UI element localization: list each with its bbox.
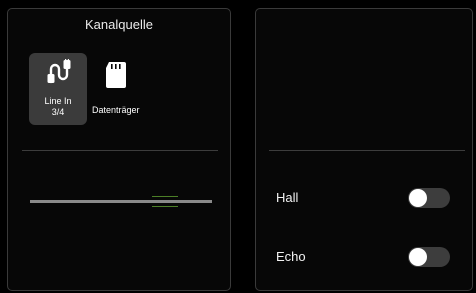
cable-connector-icon — [29, 58, 87, 85]
source-storage-label: Datenträger — [92, 105, 140, 115]
hall-toggle[interactable] — [408, 188, 450, 208]
channel-source-panel: Kanalquelle Line In 3/4 Datenträger — [7, 8, 231, 291]
hall-row: Hall — [276, 187, 452, 209]
hall-label: Hall — [276, 190, 299, 205]
echo-row: Echo — [276, 246, 452, 268]
source-line-in-button[interactable]: Line In 3/4 — [29, 53, 87, 125]
effects-panel: Hall Echo — [255, 8, 473, 291]
sd-card-icon — [92, 59, 152, 88]
panel-title: Kanalquelle — [85, 17, 153, 32]
echo-toggle[interactable] — [408, 247, 450, 267]
divider — [269, 150, 465, 151]
source-line-in-label: Line In 3/4 — [44, 96, 72, 117]
divider — [22, 150, 218, 151]
level-meter[interactable] — [30, 193, 212, 209]
echo-label: Echo — [276, 249, 306, 264]
toggle-knob — [409, 248, 427, 266]
source-storage-button[interactable]: Datenträger — [92, 53, 152, 125]
level-meter-marker — [152, 196, 178, 197]
toggle-knob — [409, 189, 427, 207]
level-meter-track — [30, 200, 212, 203]
level-meter-marker — [152, 206, 178, 207]
